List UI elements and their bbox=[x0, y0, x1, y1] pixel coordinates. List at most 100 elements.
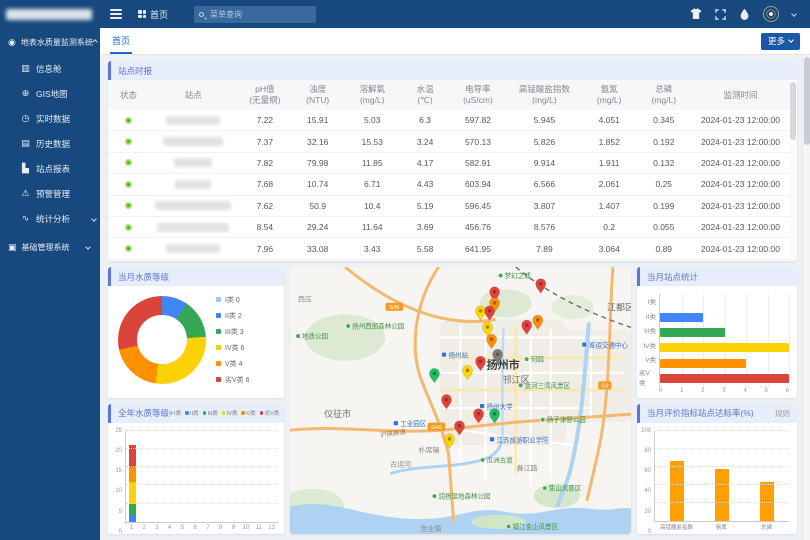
sidebar-item-statistics[interactable]: ∿统计分析 bbox=[0, 206, 100, 231]
theme-skin-icon[interactable] bbox=[690, 8, 702, 20]
legend-label: IV类 bbox=[227, 409, 238, 417]
legend-item[interactable]: I类 bbox=[169, 409, 181, 417]
map-poi-label: 扬州站 bbox=[448, 351, 468, 360]
stacked-bar[interactable] bbox=[205, 431, 212, 523]
user-avatar[interactable] bbox=[763, 6, 779, 22]
yearly-quality-panel: 全年水质等级 I类II类III类IV类V类劣V类 0510152025 1234… bbox=[108, 404, 284, 535]
sidebar-item-realtime-clock[interactable]: ◷实时数据 bbox=[0, 106, 100, 131]
donut-ring[interactable] bbox=[118, 296, 206, 384]
sidebar-item-label: 信息舱 bbox=[36, 63, 100, 75]
legend-item[interactable]: III类 bbox=[203, 409, 218, 417]
value-cell: 7.22 bbox=[238, 115, 293, 125]
map-park-icon bbox=[498, 273, 503, 278]
value-cell: 8.576 bbox=[507, 222, 582, 232]
search-input[interactable] bbox=[208, 9, 311, 20]
map-highway-chip-label: G40 bbox=[431, 425, 441, 431]
legend-swatch bbox=[216, 313, 221, 318]
bottom-section: 当月水质等级 I类 0II类 2III类 3IV类 6V类 4劣V类 6 全年水… bbox=[108, 267, 797, 534]
hamburger-menu-icon[interactable] bbox=[110, 9, 122, 19]
value-cell: 2.061 bbox=[582, 179, 637, 189]
sidebar-item-info-dashboard[interactable]: ▥信息舱 bbox=[0, 56, 100, 81]
stacked-bar[interactable] bbox=[243, 431, 250, 523]
legend-item[interactable]: V类 4 bbox=[216, 359, 250, 369]
sidebar-item-history-data[interactable]: ▤历史数据 bbox=[0, 131, 100, 156]
chevron-down-icon[interactable] bbox=[791, 11, 797, 17]
bar[interactable] bbox=[660, 359, 746, 368]
value-cell: 7.89 bbox=[507, 244, 582, 254]
value-cell: 29.24 bbox=[292, 222, 343, 232]
water-drop-icon[interactable] bbox=[739, 8, 750, 20]
sidebar-item-alert-management[interactable]: ⚠预警管理 bbox=[0, 181, 100, 206]
map-park-label: 运河三湾风景区 bbox=[525, 381, 571, 390]
legend-item[interactable]: IV类 6 bbox=[216, 343, 250, 353]
legend-label: III类 bbox=[208, 409, 218, 417]
statistics-icon: ∿ bbox=[19, 213, 32, 224]
legend-item[interactable]: II类 2 bbox=[216, 311, 250, 321]
value-cell: 6.71 bbox=[343, 179, 401, 189]
legend-item[interactable]: III类 3 bbox=[216, 327, 250, 337]
table-scrollbar[interactable] bbox=[790, 82, 796, 259]
map-park-icon bbox=[524, 357, 529, 362]
station-map[interactable]: 西庄朴席镇古运河春江路世业镇沪陕高速江都区邗江区仪征市扬州市梦幻之城扬州西部森林… bbox=[290, 267, 631, 534]
status-cell bbox=[108, 117, 149, 124]
stacked-bar[interactable] bbox=[154, 431, 161, 523]
sidebar-item-station-report[interactable]: ▙站点报表 bbox=[0, 156, 100, 181]
legend-item[interactable]: I类 0 bbox=[216, 295, 250, 305]
station-name-cell bbox=[149, 201, 238, 210]
plot-area bbox=[125, 431, 278, 524]
bar[interactable] bbox=[715, 469, 729, 521]
stacked-bar[interactable] bbox=[167, 431, 174, 523]
legend-item[interactable]: II类 bbox=[185, 409, 199, 417]
bar[interactable] bbox=[660, 374, 789, 383]
stacked-bar[interactable] bbox=[129, 431, 136, 523]
value-cell: 7.68 bbox=[238, 179, 293, 189]
page-scrollbar[interactable] bbox=[802, 55, 810, 540]
gridline bbox=[655, 502, 789, 503]
legend-label: I类 bbox=[174, 409, 181, 417]
legend-item[interactable]: 劣V类 bbox=[260, 409, 280, 417]
monthly-station-hbar-chart: I类II类III类IV类V类劣V类 0123456 bbox=[637, 286, 797, 398]
value-cell: 4.051 bbox=[582, 115, 637, 125]
bar[interactable] bbox=[660, 343, 789, 352]
bar[interactable] bbox=[660, 328, 725, 337]
gridline bbox=[126, 484, 278, 485]
map-highway-chip-label: G2 bbox=[601, 384, 608, 390]
stacked-bar[interactable] bbox=[180, 431, 187, 523]
bar[interactable] bbox=[660, 313, 703, 322]
donut-legend: I类 0 II类 2 III类 3 IV类 6 V类 4 劣V类 6 bbox=[216, 295, 250, 385]
station-table-body: 7.2215.915.036.3597.825.9454.0510.345202… bbox=[108, 110, 790, 260]
sidebar-group-base-management[interactable]: ▣ 基础管理系统 bbox=[0, 233, 100, 261]
gridline bbox=[789, 294, 790, 387]
sidebar-group-surface-water-system[interactable]: ◉ 地表水质量监测系统 bbox=[0, 28, 100, 56]
month-column bbox=[253, 431, 266, 523]
station-pin-hole bbox=[490, 337, 494, 341]
stacked-bar[interactable] bbox=[268, 431, 275, 523]
sidebar-item-gis-map[interactable]: ⊕GIS地图 bbox=[0, 81, 100, 106]
legend-dot bbox=[222, 411, 226, 415]
bar[interactable] bbox=[670, 461, 684, 521]
tab-home[interactable]: 首页 bbox=[110, 28, 132, 54]
legend-item[interactable]: 劣V类 6 bbox=[216, 375, 250, 385]
map-park-icon bbox=[480, 458, 485, 463]
map-park-label: 瓜洲古渡 bbox=[487, 455, 513, 464]
more-button[interactable]: 更多 bbox=[761, 33, 800, 50]
chevron-up-icon bbox=[92, 39, 98, 45]
gridline bbox=[655, 466, 789, 467]
breadcrumb[interactable]: 首页 bbox=[138, 8, 168, 21]
stacked-bar[interactable] bbox=[218, 431, 225, 523]
stacked-bar[interactable] bbox=[256, 431, 263, 523]
stacked-bar[interactable] bbox=[192, 431, 199, 523]
stacked-bar[interactable] bbox=[142, 431, 149, 523]
stacked-bar[interactable] bbox=[230, 431, 237, 523]
x-tick-label: 总磷 bbox=[744, 523, 789, 531]
legend-item[interactable]: IV类 bbox=[222, 409, 238, 417]
logo-blur bbox=[6, 9, 92, 20]
legend-dot bbox=[241, 411, 245, 415]
map-poi-label: 扬州大学 bbox=[487, 402, 513, 411]
status-online-dot bbox=[125, 181, 132, 188]
legend-item[interactable]: V类 bbox=[241, 409, 255, 417]
rules-link[interactable]: 规则 bbox=[775, 408, 790, 419]
fullscreen-icon[interactable] bbox=[715, 9, 726, 20]
realtime-clock-icon: ◷ bbox=[19, 113, 32, 124]
panel-title: 站点时报 bbox=[118, 65, 152, 77]
